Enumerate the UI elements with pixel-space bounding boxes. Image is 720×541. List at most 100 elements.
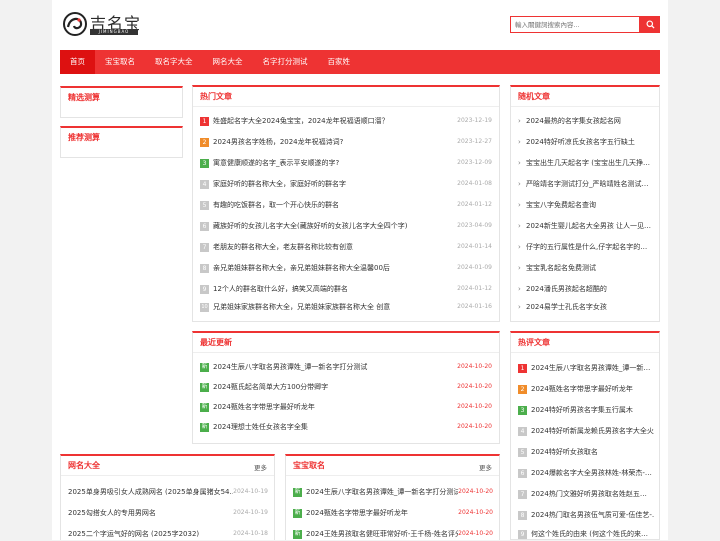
list-item[interactable]: 8 2024热门取名男孩伍气质可爱-伍佳艺-… <box>518 508 654 522</box>
article-link[interactable]: 2024热门取名男孩伍气质可爱-伍佳艺-… <box>531 508 654 522</box>
more-link[interactable]: 更多 <box>479 462 492 472</box>
list-item[interactable]: 6 2024爆款名字大全男孩林姓-林荣杰-… <box>518 466 654 480</box>
list-item[interactable]: 新 2024生辰八字取名男孩谭姓_谭一新名字打分测试 2024-10-20 <box>200 360 492 374</box>
list-item[interactable]: › 2024最热的名字集女孩起名网 <box>518 114 654 128</box>
list-item[interactable]: 9 12个人的群名取什么好，搞笑又高端的群名 2024-01-12 <box>200 282 492 296</box>
article-link[interactable]: 宝宝出生几天起名字 (宝宝出生几天挣… <box>526 156 654 170</box>
list-item[interactable]: 新 2024生辰八字取名男孩谭姓_谭一新名字打分测试 2024-10-20 <box>293 485 493 499</box>
nav-surnames[interactable]: 百家姓 <box>318 50 361 74</box>
list-item[interactable]: 新 2024王姓男孩取名健旺菲常好听-王千杨-姓名评分 2024-10-20 <box>293 527 493 541</box>
list-item[interactable]: › 2024潘氏男孩起名超酷的 <box>518 282 654 296</box>
article-date: 2024-10-20 <box>457 423 492 430</box>
article-link[interactable]: 2024爆款名字大全男孩林姓-林荣杰-… <box>531 466 654 480</box>
article-link[interactable]: 家庭好听的群名称大全，家庭好听的群名字 <box>213 177 453 191</box>
search-button[interactable] <box>640 16 660 33</box>
logo-icon[interactable] <box>62 11 88 37</box>
list-item[interactable]: › 2024特好听凉氏女孩名字五行缺土 <box>518 135 654 149</box>
list-item[interactable]: › 宝宝乳名起名免费测试 <box>518 261 654 275</box>
article-link[interactable]: 藏族好听的女孩儿名字大全(藏族好听的女孩儿名字大全四个字) <box>213 219 453 233</box>
list-item[interactable]: › 2024易学士孔氏名字女孩 <box>518 300 654 314</box>
list-item[interactable]: 3 寓意健康顺遂的名字_表示平安顺遂的字? 2023-12-09 <box>200 156 492 170</box>
article-link[interactable]: 2024生辰八字取名男孩谭姓_谭一新名字打分测试 <box>213 360 453 374</box>
article-link[interactable]: 老朋友的群名称大全，老友群名称比较有创意 <box>213 240 453 254</box>
list-item[interactable]: 7 老朋友的群名称大全，老友群名称比较有创意 2024-01-14 <box>200 240 492 254</box>
article-link[interactable]: 2024甄姓名字带思字最好听龙年 <box>213 400 453 414</box>
article-link[interactable]: 姓盛起名字大全2024兔宝宝，2024龙年祝福语顺口溜？ <box>213 114 453 128</box>
list-item[interactable]: 6 藏族好听的女孩儿名字大全(藏族好听的女孩儿名字大全四个字) 2023-04-… <box>200 219 492 233</box>
featured-title[interactable]: 精选测算 <box>68 92 100 103</box>
list-item[interactable]: 新 2024甄氏起名简单大方100分带卿字 2024-10-20 <box>200 380 492 394</box>
list-item[interactable]: 新 2024甄姓名字带思字最好听龙年 2024-10-20 <box>200 400 492 414</box>
article-link[interactable]: 宝宝八字免费起名查询 <box>526 198 654 212</box>
article-link[interactable]: 2024理想士姓任女孩名字全集 <box>213 420 453 434</box>
list-item[interactable]: 2025单身男吸引女人成熟网名 (2025单身属猪女54… 2024-10-19 <box>68 485 268 499</box>
list-item[interactable]: 1 姓盛起名字大全2024兔宝宝，2024龙年祝福语顺口溜？ 2023-12-1… <box>200 114 492 128</box>
article-link[interactable]: 2024易学士孔氏名字女孩 <box>526 300 654 314</box>
bullet: › <box>518 264 521 272</box>
more-link[interactable]: 更多 <box>254 462 267 472</box>
list-item[interactable]: › 宝宝出生几天起名字 (宝宝出生几天挣… <box>518 156 654 170</box>
list-item[interactable]: 1 2024生辰八字取名男孩谭姓_谭一新… <box>518 361 654 375</box>
baby-naming-title: 宝宝取名 <box>293 461 325 470</box>
list-item[interactable]: 5 有趣的吃饭群名，取一个开心快乐的群名 2024-01-12 <box>200 198 492 212</box>
search-input[interactable] <box>510 16 640 33</box>
nav-home[interactable]: 首页 <box>60 50 95 74</box>
list-item[interactable]: 2025二个字运气好的网名 (2025字2032) 2024-10-18 <box>68 527 268 541</box>
article-link[interactable]: 2024特好听女孩取名 <box>531 445 654 459</box>
article-link[interactable]: 严晗靖名字测试打分_严晗靖姓名测试… <box>526 177 654 191</box>
article-link[interactable]: 兄弟姐妹家族群名称大全，兄弟姐妹家族群名称大全 创意 <box>213 300 453 314</box>
list-item[interactable]: 4 2024特好听新属龙赖氏男孩名字大全火 <box>518 424 654 438</box>
article-link[interactable]: 2024最热的名字集女孩起名网 <box>526 114 654 128</box>
article-link[interactable]: 2024甄氏起名简单大方100分带卿字 <box>213 380 453 394</box>
list-item[interactable]: › 2024新生婴儿起名大全男孩 让人一见… <box>518 219 654 233</box>
list-item[interactable]: › 严晗靖名字测试打分_严晗靖姓名测试… <box>518 177 654 191</box>
list-item[interactable]: 2025勾搭女人的专用男网名 2024-10-19 <box>68 506 268 520</box>
list-item[interactable]: 新 2024理想士姓任女孩名字全集 2024-10-20 <box>200 420 492 434</box>
article-link[interactable]: 2025单身男吸引女人成熟网名 (2025单身属猪女54… <box>68 485 233 499</box>
article-link[interactable]: 宝宝乳名起名免费测试 <box>526 261 654 275</box>
article-link[interactable]: 2024生辰八字取名男孩谭姓_谭一新名字打分测试 <box>306 485 458 499</box>
list-item[interactable]: 3 2024特好听男孩名字集五行属木 <box>518 403 654 417</box>
list-item[interactable]: 8 亲兄弟姐妹群名称大全，亲兄弟姐妹群名称大全温馨00后 2024-01-09 <box>200 261 492 275</box>
hot-comments-box: 热评文章 1 2024生辰八字取名男孩谭姓_谭一新… 2 2024甄姓名字带思字最好… <box>510 331 660 540</box>
article-link[interactable]: 寓意健康顺遂的名字_表示平安顺遂的字? <box>213 156 453 170</box>
new-badge: 新 <box>293 488 302 497</box>
article-link[interactable]: 何这个姓氏的由来 (何这个姓氏的来… <box>531 527 654 541</box>
article-link[interactable]: 亲兄弟姐妹群名称大全，亲兄弟姐妹群名称大全温馨00后 <box>213 261 453 275</box>
article-link[interactable]: 2024特好听男孩名字集五行属木 <box>531 403 654 417</box>
article-link[interactable]: 2024甄姓名字带思字最好听龙年 <box>306 506 458 520</box>
list-item[interactable]: › 宝宝八字免费起名查询 <box>518 198 654 212</box>
list-item[interactable]: 10 兄弟姐妹家族群名称大全，兄弟姐妹家族群名称大全 创意 2024-01-16 <box>200 300 492 314</box>
article-link[interactable]: 2024特好听新属龙赖氏男孩名字大全火 <box>531 424 654 438</box>
article-link[interactable]: 仔字的五行属性是什么,仔字起名字的… <box>526 240 654 254</box>
article-date: 2024-10-19 <box>233 488 268 495</box>
article-link[interactable]: 2024热门文雅好听男孩取名姓赵五… <box>531 487 654 501</box>
list-item[interactable]: 2 2024男孩名字姓杨，2024龙年祝福诗词? 2023-12-27 <box>200 135 492 149</box>
article-link[interactable]: 有趣的吃饭群名，取一个开心快乐的群名 <box>213 198 453 212</box>
article-link[interactable]: 2024新生婴儿起名大全男孩 让人一见… <box>526 219 654 233</box>
article-link[interactable]: 12个人的群名取什么好，搞笑又高端的群名 <box>213 282 453 296</box>
article-link[interactable]: 2024男孩名字姓杨，2024龙年祝福诗词? <box>213 135 453 149</box>
nav-baby-naming[interactable]: 宝宝取名 <box>95 50 145 74</box>
list-item[interactable]: 2 2024甄姓名字带思字最好听龙年 <box>518 382 654 396</box>
list-item[interactable]: 7 2024热门文雅好听男孩取名姓赵五… <box>518 487 654 501</box>
nav-names[interactable]: 取名字大全 <box>145 50 203 74</box>
rank-badge: 1 <box>518 364 527 373</box>
article-link[interactable]: 2024王姓男孩取名健旺菲常好听-王千杨-姓名评分 <box>306 527 458 541</box>
article-link[interactable]: 2024特好听凉氏女孩名字五行缺土 <box>526 135 654 149</box>
list-item[interactable]: 9 何这个姓氏的由来 (何这个姓氏的来… <box>518 527 654 541</box>
hot-comments-title: 热评文章 <box>518 338 550 347</box>
list-item[interactable]: 4 家庭好听的群名称大全，家庭好听的群名字 2024-01-08 <box>200 177 492 191</box>
list-item[interactable]: › 仔字的五行属性是什么,仔字起名字的… <box>518 240 654 254</box>
article-link[interactable]: 2025二个字运气好的网名 (2025字2032) <box>68 527 233 541</box>
recommended-title[interactable]: 推荐测算 <box>68 132 100 143</box>
article-link[interactable]: 2024潘氏男孩起名超酷的 <box>526 282 654 296</box>
article-link[interactable]: 2025勾搭女人的专用男网名 <box>68 506 233 520</box>
article-link[interactable]: 2024甄姓名字带思字最好听龙年 <box>531 382 654 396</box>
article-link[interactable]: 2024生辰八字取名男孩谭姓_谭一新… <box>531 361 654 375</box>
nav-name-score[interactable]: 名字打分测试 <box>253 50 318 74</box>
list-item[interactable]: 新 2024甄姓名字带思字最好听龙年 2024-10-20 <box>293 506 493 520</box>
nav-nicknames[interactable]: 网名大全 <box>203 50 253 74</box>
latest-updates-box: 最近更新 新 2024生辰八字取名男孩谭姓_谭一新名字打分测试 2024-10-… <box>192 331 500 444</box>
list-item[interactable]: 5 2024特好听女孩取名 <box>518 445 654 459</box>
